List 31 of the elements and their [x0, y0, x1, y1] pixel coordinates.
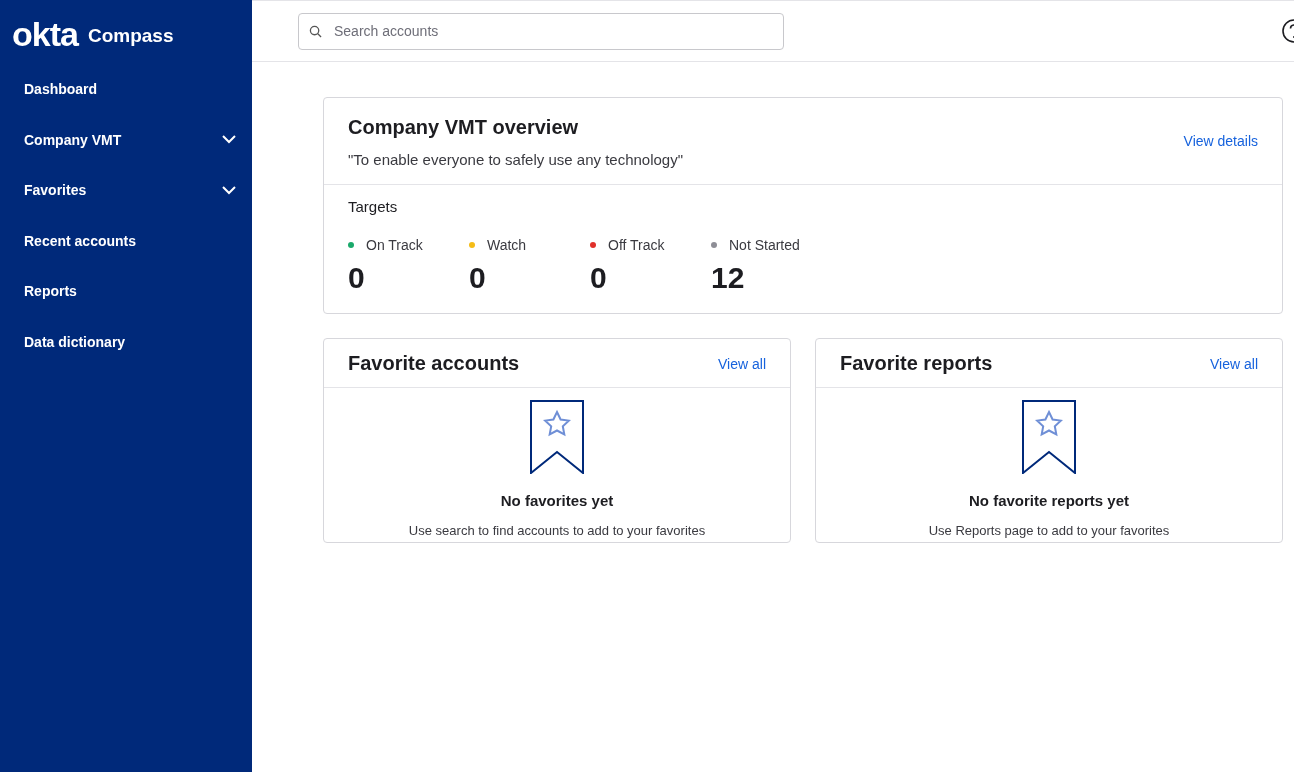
targets-label: Targets: [348, 198, 399, 215]
view-all-link[interactable]: View all: [1210, 355, 1258, 372]
status-label: Watch: [487, 237, 527, 253]
logo: okta: [12, 17, 78, 51]
empty-state-text: Use Reports page to add to your favorites: [928, 523, 1170, 538]
product-name: Compass: [87, 25, 174, 47]
empty-state-title: No favorite reports yet: [968, 492, 1129, 509]
card-title: Company VMT overview: [348, 116, 580, 139]
sidebar-item-label: Favorites: [24, 182, 87, 199]
mission-statement: "To enable everyone to safely use any technology": [348, 151, 684, 168]
sidebar-item[interactable]: Reports: [0, 266, 252, 317]
target-count: 12: [711, 261, 746, 295]
view-all-link[interactable]: View all: [718, 355, 766, 372]
target-count: 0: [469, 261, 487, 295]
target-count: 0: [348, 261, 366, 295]
status-label: Not Started: [729, 237, 800, 253]
sidebar-item[interactable]: Company VMT: [0, 114, 252, 165]
status-label: Off Track: [608, 237, 665, 253]
target-count: 0: [590, 261, 608, 295]
sidebar-item[interactable]: Favorites: [0, 165, 252, 216]
sidebar-item[interactable]: Dashboard: [0, 64, 252, 115]
status-label: On Track: [366, 237, 423, 253]
card-title: Favorite accounts: [348, 352, 520, 375]
sidebar-item[interactable]: Recent accounts: [0, 215, 252, 266]
sidebar-item[interactable]: Data dictionary: [0, 316, 252, 367]
empty-state-title: No favorites yet: [500, 492, 614, 509]
view-details-link[interactable]: View details: [1183, 133, 1258, 149]
card-title: Favorite reports: [840, 352, 993, 375]
sidebar-item-label: Company VMT: [24, 131, 122, 148]
empty-state-text: Use search to find accounts to add to your favorites: [408, 523, 706, 538]
search-field[interactable]: Search accounts: [298, 12, 784, 50]
